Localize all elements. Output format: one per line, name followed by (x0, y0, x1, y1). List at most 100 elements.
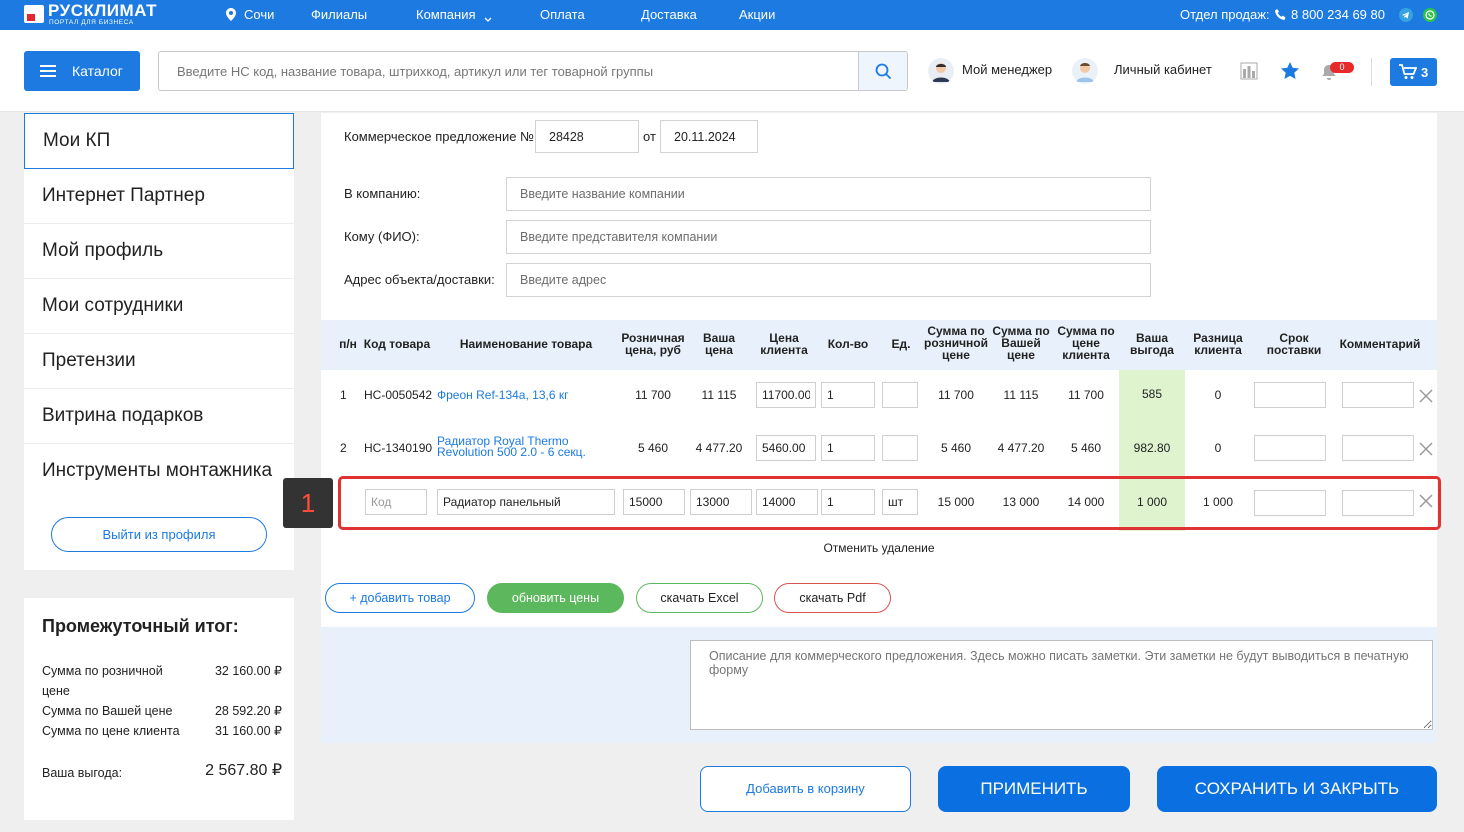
phone-number[interactable]: 8 800 234 69 80 (1291, 7, 1385, 23)
download-pdf-button[interactable]: скачать Pdf (774, 583, 891, 613)
col-unit: Ед. (891, 337, 911, 351)
cart-button[interactable]: 3 (1390, 58, 1437, 86)
row-client-price-input[interactable] (756, 435, 816, 461)
sidebar-item-internet-partner[interactable]: Интернет Партнер (24, 168, 294, 224)
telegram-icon[interactable] (1399, 8, 1413, 25)
col-sum-client-line-3: клиента (1062, 348, 1110, 362)
apply-button[interactable]: ПРИМЕНИТЬ (938, 766, 1130, 812)
cart-icon (1399, 64, 1417, 79)
nav-company[interactable]: Компания (416, 7, 476, 23)
col-client-line-2: клиента (760, 343, 808, 357)
col-your-line-2: цена (705, 343, 733, 357)
search-input[interactable] (158, 51, 858, 91)
download-excel-button[interactable]: скачать Excel (636, 583, 763, 613)
row-unit-input[interactable] (882, 435, 918, 461)
city-selector[interactable]: Сочи (244, 7, 274, 23)
catalog-button[interactable]: Каталог (24, 51, 140, 91)
row-retail: 5 460 (637, 441, 669, 455)
row-qty-input[interactable] (821, 382, 875, 408)
my-manager-link[interactable]: Мой менеджер (962, 62, 1052, 77)
personal-account-link[interactable]: Личный кабинет (1114, 62, 1212, 77)
table-header: п/н Код товара Наименование товара Розни… (321, 320, 1437, 370)
actions-row: + добавить товар обновить цены скачать E… (321, 569, 1437, 627)
search-button[interactable] (858, 51, 908, 91)
benefit-value: 2 567.80 ₽ (205, 762, 282, 779)
compare-chart-icon[interactable] (1240, 62, 1258, 80)
offer-number-input[interactable] (535, 120, 639, 153)
nav-payment[interactable]: Оплата (540, 7, 585, 23)
sidebar-item-my-employees[interactable]: Мои сотрудники (24, 278, 294, 334)
address-input[interactable] (506, 263, 1151, 297)
address-label: Адрес объекта/доставки: (344, 272, 495, 287)
sidebar-item-claims[interactable]: Претензии (24, 333, 294, 389)
row-product-link[interactable]: Фреон Ref-134a, 13,6 кг (437, 388, 568, 402)
row-sum-client: 11 700 (1068, 388, 1104, 402)
favorites-star-icon[interactable] (1280, 61, 1300, 81)
menu-icon (40, 65, 56, 77)
description-area (321, 627, 1437, 743)
col-benefit: Ваша выгода (1119, 332, 1185, 356)
description-textarea[interactable] (690, 640, 1433, 730)
row-num: 1 (340, 388, 347, 402)
recipient-label: Кому (ФИО): (344, 229, 420, 244)
row-comment-input[interactable] (1342, 382, 1414, 408)
delete-row-icon[interactable] (1419, 389, 1433, 403)
col-name: Наименование товара (459, 337, 593, 351)
top-bar: РУСКЛИМАТ ПОРТАЛ ДЛЯ БИЗНЕСА Сочи Филиал… (0, 0, 1464, 30)
logout-button[interactable]: Выйти из профиля (51, 517, 267, 552)
row-qty-input[interactable] (821, 435, 875, 461)
manager-avatar-icon[interactable] (928, 58, 954, 84)
row-client-diff: 0 (1214, 388, 1222, 402)
logo-subtitle: ПОРТАЛ ДЛЯ БИЗНЕСА (49, 19, 134, 26)
add-to-cart-button[interactable]: Добавить в корзину (700, 766, 911, 812)
row-retail: 11 700 (635, 388, 671, 402)
subtotal-panel: Промежуточный итог: Сумма по розничной ц… (24, 598, 294, 820)
company-input[interactable] (506, 177, 1151, 211)
row-your-price: 11 115 (701, 388, 737, 402)
nav-branches[interactable]: Филиалы (311, 7, 367, 23)
col-retail-line-2: цена, руб (625, 343, 681, 357)
row-comment-input[interactable] (1342, 435, 1414, 461)
col-qty: Кол-во (827, 337, 869, 351)
col-client-diff: Разница клиента (1185, 332, 1251, 356)
cart-count: 3 (1421, 65, 1429, 80)
nav-delivery[interactable]: Доставка (641, 7, 697, 23)
row-unit-input[interactable] (882, 382, 918, 408)
add-item-button[interactable]: + добавить товар (325, 583, 475, 613)
benefit-label: Ваша выгода: (42, 766, 123, 780)
offer-date-from-label: от (643, 129, 656, 144)
sidebar-item-installer-tools[interactable]: Инструменты монтажника (24, 443, 294, 499)
recipient-input[interactable] (506, 220, 1151, 254)
table-row: 2 НС-1340190 Радиатор Royal Thermo Revolu… (321, 423, 1437, 476)
row-client-price-input[interactable] (756, 382, 816, 408)
save-and-close-button[interactable]: СОХРАНИТЬ И ЗАКРЫТЬ (1157, 766, 1437, 812)
account-avatar-icon[interactable] (1072, 58, 1098, 84)
col-code: Код товара (363, 337, 431, 351)
row-delivery-term-input[interactable] (1254, 382, 1326, 408)
col-delivery-term: Срок поставки (1251, 332, 1337, 356)
row-sum-your: 4 477.20 (997, 441, 1045, 455)
row-delivery-term-input[interactable] (1254, 435, 1326, 461)
delete-row-icon[interactable] (1419, 442, 1433, 456)
col-term-line-2: поставки (1266, 343, 1322, 357)
sidebar-item-my-offers[interactable]: Мои КП (24, 113, 294, 169)
sidebar-item-gift-showcase[interactable]: Витрина подарков (24, 388, 294, 444)
subtotal-label: Сумма по Вашей цене (42, 704, 173, 718)
subtotal-value: 31 160.00 ₽ (214, 724, 282, 738)
row-benefit: 982.80 (1133, 441, 1171, 455)
row-num: 2 (340, 441, 347, 455)
nav-promotions[interactable]: Акции (739, 7, 775, 23)
catalog-label: Каталог (72, 63, 123, 79)
col-your-price: Ваша цена (687, 332, 751, 356)
col-num: п/н (339, 337, 357, 351)
row-product-link[interactable]: Радиатор Royal Thermo Revolution 500 2.0 … (437, 435, 586, 459)
undo-delete-link[interactable]: Отменить удаление (321, 541, 1437, 555)
whatsapp-icon[interactable] (1423, 8, 1437, 25)
col-comment: Комментарий (1339, 337, 1421, 351)
row-product-line-2: Revolution 500 2.0 - 6 секц. (437, 445, 586, 459)
offer-date-input[interactable] (660, 120, 758, 153)
logo-name: РУСКЛИМАТ (48, 1, 157, 20)
logo[interactable]: РУСКЛИМАТ ПОРТАЛ ДЛЯ БИЗНЕСА (24, 1, 174, 27)
sidebar-item-my-profile[interactable]: Мой профиль (24, 223, 294, 279)
update-prices-button[interactable]: обновить цены (487, 583, 624, 613)
